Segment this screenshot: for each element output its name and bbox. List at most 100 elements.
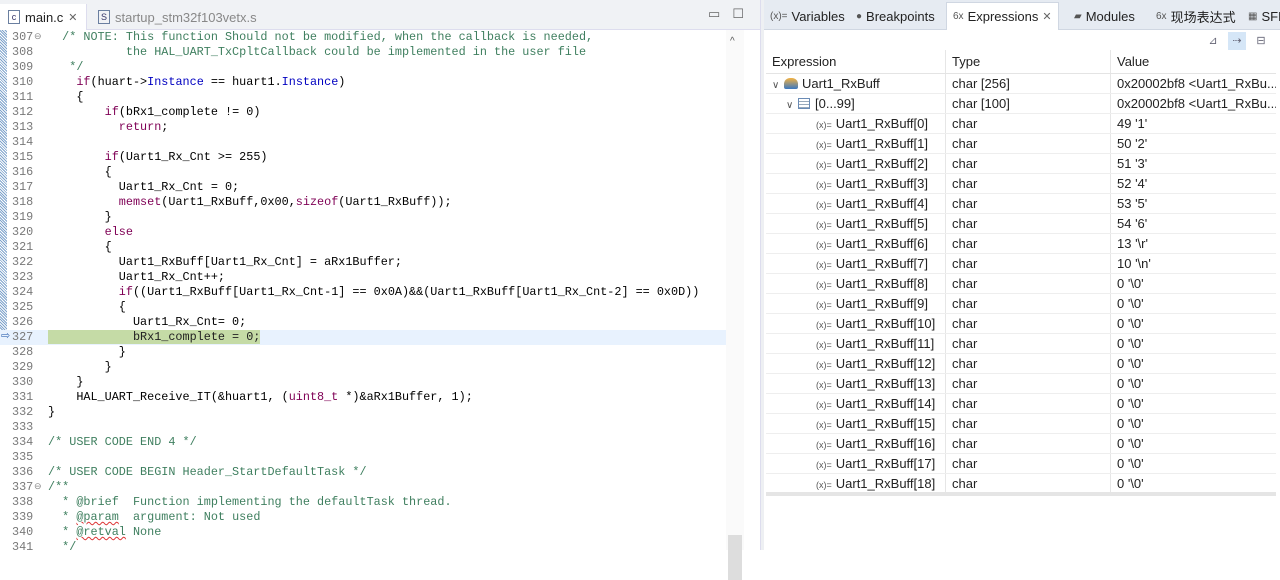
code-line[interactable]: 330 } <box>0 375 726 390</box>
table-row[interactable]: (x)= Uart1_RxBuff[17] char 0 '\0' <box>766 454 1276 474</box>
expression-name: [0...99] <box>815 96 855 111</box>
code-line[interactable]: 329 } <box>0 360 726 375</box>
code-line[interactable]: 336 /* USER CODE BEGIN Header_StartDefaul… <box>0 465 726 480</box>
show-type-names-icon[interactable]: ⊿ <box>1204 32 1222 50</box>
value-cell: 0 '\0' <box>1117 336 1144 351</box>
code-token: /* USER CODE BEGIN Header_StartDefaultTa… <box>48 465 367 479</box>
chevron-down-icon[interactable]: ∨ <box>786 96 798 113</box>
code-line[interactable]: 324 if((Uart1_RxBuff[Uart1_Rx_Cnt-1] == … <box>0 285 726 300</box>
variable-icon: (x)= <box>816 220 832 230</box>
code-area[interactable]: 307 ⊖ /* NOTE: This function Should not b… <box>0 30 726 555</box>
table-row[interactable]: (x)= Uart1_RxBuff[7] char 10 '\n' <box>766 254 1276 274</box>
table-row[interactable]: (x)= Uart1_RxBuff[15] char 0 '\0' <box>766 414 1276 434</box>
close-icon[interactable]: ✕ <box>68 11 77 24</box>
expressions-toolbar: ⊿ ⇢ ⊟ <box>1204 32 1270 50</box>
chevron-down-icon[interactable]: ∨ <box>772 76 784 93</box>
column-expression[interactable]: Expression <box>766 50 946 73</box>
code-line[interactable]: 319 } <box>0 210 726 225</box>
code-line[interactable]: 321 { <box>0 240 726 255</box>
table-row[interactable]: (x)= Uart1_RxBuff[6] char 13 '\r' <box>766 234 1276 254</box>
code-line[interactable]: 333 <box>0 420 726 435</box>
code-line[interactable]: 315 if(Uart1_Rx_Cnt >= 255) <box>0 150 726 165</box>
code-line[interactable]: ⇨ 327 bRx1_complete = 0; <box>0 330 726 345</box>
scroll-up-icon[interactable]: ^ <box>730 36 735 47</box>
table-row[interactable]: (x)= Uart1_RxBuff[5] char 54 '6' <box>766 214 1276 234</box>
table-row[interactable]: (x)= Uart1_RxBuff[4] char 53 '5' <box>766 194 1276 214</box>
type-cell: char <box>946 334 1111 353</box>
code-token: * <box>48 525 77 539</box>
code-line[interactable]: 340 * @retval None <box>0 525 726 540</box>
code-line[interactable]: 338 * @brief Function implementing the d… <box>0 495 726 510</box>
table-row[interactable]: (x)= Uart1_RxBuff[0] char 49 '1' <box>766 114 1276 134</box>
table-row[interactable]: (x)= Uart1_RxBuff[13] char 0 '\0' <box>766 374 1276 394</box>
type-cell: char <box>946 274 1111 293</box>
tab-sfrs[interactable]: ▦SFRs <box>1242 2 1280 30</box>
table-row-range[interactable]: ∨ [0...99] char [100] 0x20002bf8 <Uart1_R… <box>766 94 1276 114</box>
code-line[interactable]: 316 { <box>0 165 726 180</box>
code-line[interactable]: 334 /* USER CODE END 4 */ <box>0 435 726 450</box>
table-row[interactable]: (x)= Uart1_RxBuff[3] char 52 '4' <box>766 174 1276 194</box>
tab-startup-file[interactable]: S startup_stm32f103vetx.s <box>90 4 265 30</box>
scrollbar-thumb[interactable] <box>728 535 742 580</box>
tab-expressions[interactable]: 6x Expressions ✕ <box>946 2 1059 30</box>
code-line[interactable]: 325 { <box>0 300 726 315</box>
horizontal-scrollbar[interactable] <box>766 492 1276 496</box>
code-text: Uart1_RxBuff[Uart1_Rx_Cnt] = aRx1Buffer; <box>48 255 402 270</box>
value-cell: 0 '\0' <box>1117 476 1144 491</box>
type-cell: char <box>946 214 1111 233</box>
tab-label: main.c <box>25 9 64 25</box>
table-row[interactable]: (x)= Uart1_RxBuff[14] char 0 '\0' <box>766 394 1276 414</box>
table-row[interactable]: (x)= Uart1_RxBuff[10] char 0 '\0' <box>766 314 1276 334</box>
table-row[interactable]: (x)= Uart1_RxBuff[11] char 0 '\0' <box>766 334 1276 354</box>
variable-icon: (x)= <box>816 280 832 290</box>
code-line[interactable]: 314 <box>0 135 726 150</box>
code-line[interactable]: 337 ⊖/** <box>0 480 726 495</box>
tab-variables[interactable]: (x)= Variables <box>764 2 851 30</box>
table-row[interactable]: (x)= Uart1_RxBuff[1] char 50 '2' <box>766 134 1276 154</box>
table-row[interactable]: (x)= Uart1_RxBuff[16] char 0 '\0' <box>766 434 1276 454</box>
close-icon[interactable]: ✕ <box>1042 10 1051 23</box>
code-line[interactable]: 311 { <box>0 90 726 105</box>
code-line[interactable]: 341 */ <box>0 540 726 555</box>
fold-icon[interactable]: ⊖ <box>34 480 42 495</box>
code-line[interactable]: 323 Uart1_Rx_Cnt++; <box>0 270 726 285</box>
code-line[interactable]: 320 else <box>0 225 726 240</box>
tab-modules[interactable]: ▰ Modules <box>1068 2 1141 30</box>
minimize-icon[interactable]: ▭ <box>708 6 720 22</box>
column-value[interactable]: Value <box>1111 50 1276 73</box>
code-line[interactable]: 313 return; <box>0 120 726 135</box>
code-line[interactable]: 332} <box>0 405 726 420</box>
code-line[interactable]: 310 if(huart->Instance == huart1.Instanc… <box>0 75 726 90</box>
code-line[interactable]: 309 */ <box>0 60 726 75</box>
code-line[interactable]: 312 if(bRx1_complete != 0) <box>0 105 726 120</box>
code-line[interactable]: 331 HAL_UART_Receive_IT(&huart1, (uint8_… <box>0 390 726 405</box>
table-row[interactable]: (x)= Uart1_RxBuff[2] char 51 '3' <box>766 154 1276 174</box>
code-line[interactable]: 317 Uart1_Rx_Cnt = 0; <box>0 180 726 195</box>
code-text: Uart1_Rx_Cnt= 0; <box>48 315 246 330</box>
tab-现场表达式[interactable]: 6x 现场表达式 <box>1150 2 1242 30</box>
show-logical-structure-icon[interactable]: ⇢ <box>1228 32 1246 50</box>
fold-icon[interactable]: ⊖ <box>34 30 42 45</box>
table-row[interactable]: (x)= Uart1_RxBuff[9] char 0 '\0' <box>766 294 1276 314</box>
code-line[interactable]: 328 } <box>0 345 726 360</box>
code-line[interactable]: 318 memset(Uart1_RxBuff,0x00,sizeof(Uart… <box>0 195 726 210</box>
code-line[interactable]: 335 <box>0 450 726 465</box>
tab-main-c[interactable]: c main.c ✕ <box>0 4 87 30</box>
code-line[interactable]: 308 the HAL_UART_TxCpltCallback could be… <box>0 45 726 60</box>
collapse-all-icon[interactable]: ⊟ <box>1252 32 1270 50</box>
code-line[interactable]: 307 ⊖ /* NOTE: This function Should not b… <box>0 30 726 45</box>
code-line[interactable]: 326 Uart1_Rx_Cnt= 0; <box>0 315 726 330</box>
code-token: if <box>104 105 119 119</box>
code-line[interactable]: 322 Uart1_RxBuff[Uart1_Rx_Cnt] = aRx1Buf… <box>0 255 726 270</box>
line-number: 310 <box>12 75 34 89</box>
type-cell: char <box>946 474 1111 493</box>
tab-breakpoints[interactable]: ● Breakpoints <box>850 2 941 30</box>
table-row[interactable]: (x)= Uart1_RxBuff[12] char 0 '\0' <box>766 354 1276 374</box>
editor-scrollbar[interactable]: ^ <box>726 30 744 580</box>
table-row[interactable]: (x)= Uart1_RxBuff[8] char 0 '\0' <box>766 274 1276 294</box>
table-row-root[interactable]: ∨ Uart1_RxBuff char [256] 0x20002bf8 <Uar… <box>766 74 1276 94</box>
table-row[interactable]: (x)= Uart1_RxBuff[18] char 0 '\0' <box>766 474 1276 494</box>
maximize-icon[interactable]: ☐ <box>732 6 744 22</box>
column-type[interactable]: Type <box>946 50 1111 73</box>
code-line[interactable]: 339 * @param argument: Not used <box>0 510 726 525</box>
